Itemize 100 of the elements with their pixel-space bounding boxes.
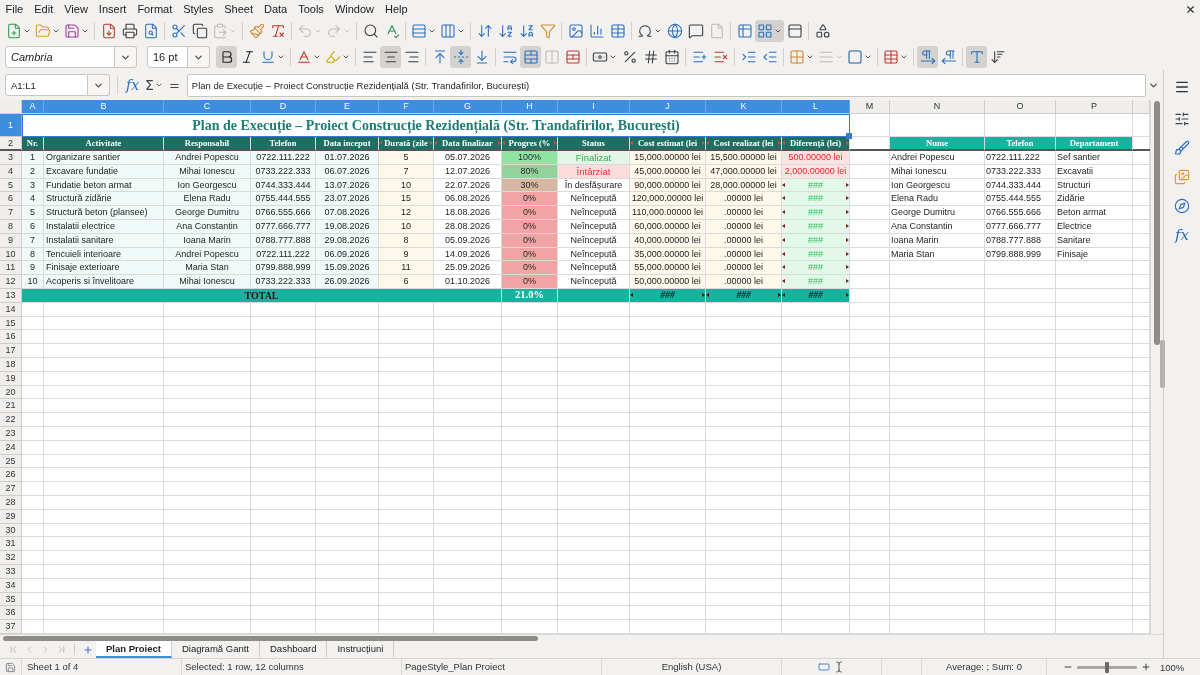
row-header[interactable]: 25: [0, 455, 22, 468]
column-header[interactable]: M: [850, 100, 890, 114]
column-header[interactable]: N: [890, 100, 985, 114]
align-left-icon: [361, 49, 378, 65]
rectangle-icon[interactable]: [818, 661, 830, 673]
row-header[interactable]: 28: [0, 496, 22, 510]
sum-button[interactable]: Σ: [143, 74, 165, 96]
menu-item[interactable]: Window: [329, 2, 380, 16]
table-cell: Status: [558, 137, 630, 151]
brush-icon: [1174, 140, 1190, 156]
row-header[interactable]: 7: [0, 206, 22, 220]
row-header[interactable]: 20: [0, 386, 22, 399]
plus-icon[interactable]: [1141, 662, 1151, 672]
column-header[interactable]: O: [985, 100, 1056, 114]
images-icon: [1174, 169, 1190, 185]
row-header[interactable]: 32: [0, 551, 22, 565]
name-box[interactable]: A1:L1: [5, 74, 88, 96]
row-header[interactable]: 31: [0, 537, 22, 551]
table-icon: [609, 23, 626, 39]
font-size-field[interactable]: 16 pt: [147, 46, 188, 68]
sheet-tab[interactable]: Plan Proiect: [96, 641, 172, 658]
row-header[interactable]: 22: [0, 413, 22, 427]
menu-item[interactable]: Help: [379, 2, 414, 16]
row-header[interactable]: 14: [0, 303, 22, 317]
menu-item[interactable]: Edit: [28, 2, 59, 16]
row-header[interactable]: 3: [0, 151, 22, 165]
menu-item[interactable]: View: [58, 2, 94, 16]
align-center-button[interactable]: [380, 46, 401, 68]
functions-tab[interactable]: fx: [1170, 224, 1194, 246]
printer-icon: [121, 23, 138, 39]
row-header[interactable]: 15: [0, 317, 22, 330]
text-cursor-icon[interactable]: [833, 661, 845, 673]
sidebar-handle[interactable]: [1160, 340, 1165, 388]
menu-item[interactable]: File: [0, 2, 29, 16]
menu-item[interactable]: Insert: [93, 2, 132, 16]
table-cell: 15,000.00000 lei: [630, 151, 706, 165]
cell-value: Data finalizar: [442, 138, 493, 148]
zoom-slider-thumb[interactable]: [1105, 661, 1109, 673]
freeze-rows-columns-button[interactable]: [755, 20, 784, 42]
table-cell: 0%: [502, 261, 558, 275]
table-cell: 0722.111.222: [251, 248, 316, 261]
menu-item[interactable]: Styles: [177, 2, 219, 16]
row-header[interactable]: 13: [0, 289, 22, 303]
menu-item[interactable]: Sheet: [218, 2, 259, 16]
formula-button[interactable]: =: [166, 74, 182, 96]
dropdown-button[interactable]: [88, 74, 110, 96]
row-header[interactable]: 37: [0, 620, 22, 634]
row-header[interactable]: 36: [0, 606, 22, 620]
caret-down-icon: [654, 27, 662, 35]
undo-icon: [297, 23, 313, 39]
table-cell: .00000 lei: [706, 261, 782, 275]
row-header[interactable]: 12: [0, 275, 22, 289]
row-header[interactable]: 21: [0, 399, 22, 413]
row-header[interactable]: 23: [0, 427, 22, 441]
left-to-right-button[interactable]: [917, 46, 938, 68]
merge-cells-icon: [522, 49, 539, 65]
column-header[interactable]: P: [1056, 100, 1133, 114]
bold-button[interactable]: [216, 46, 237, 68]
merge-and-center-button[interactable]: [520, 46, 541, 68]
row-header[interactable]: 11: [0, 261, 22, 275]
row-header[interactable]: 10: [0, 248, 22, 261]
row-header[interactable]: 6: [0, 192, 22, 206]
row-header[interactable]: 27: [0, 482, 22, 496]
row-header[interactable]: 29: [0, 510, 22, 524]
function-wizard-button[interactable]: fx: [124, 74, 142, 96]
selection-handle[interactable]: [846, 133, 852, 139]
row-header[interactable]: 8: [0, 220, 22, 234]
row-header[interactable]: 18: [0, 358, 22, 372]
menu-item[interactable]: Format: [131, 2, 178, 16]
scrollbar-thumb[interactable]: [3, 635, 538, 641]
caret-down-icon: [774, 27, 782, 35]
row-header[interactable]: 2: [0, 137, 22, 151]
triangle-left-icon: [782, 182, 785, 187]
font-name-field[interactable]: Cambria: [5, 46, 115, 68]
menu-item[interactable]: Tools: [292, 2, 330, 16]
row-header[interactable]: 24: [0, 441, 22, 455]
copy-icon: [191, 23, 208, 39]
row-header[interactable]: 30: [0, 524, 22, 537]
row-header[interactable]: 5: [0, 179, 22, 192]
scrollbar-thumb[interactable]: [1154, 101, 1160, 345]
sheet-count: Sheet 1 of 4: [27, 662, 79, 672]
dropdown-button[interactable]: [188, 46, 210, 68]
row-header[interactable]: 16: [0, 330, 22, 344]
align-middle-button[interactable]: [450, 46, 471, 68]
table-cell: .00000 lei: [706, 248, 782, 261]
menu-item[interactable]: Data: [258, 2, 293, 16]
row-header[interactable]: 35: [0, 593, 22, 606]
caret-down-icon: [229, 27, 237, 35]
row-header[interactable]: 17: [0, 344, 22, 358]
row-header[interactable]: 9: [0, 234, 22, 248]
formula-input[interactable]: Plan de Execuție – Proiect Construcție Rezidențială (Str. Trandafirilor, București): [186, 73, 1146, 97]
row-header[interactable]: 33: [0, 565, 22, 579]
row-header[interactable]: 26: [0, 468, 22, 482]
close-button[interactable]: [1184, 3, 1196, 15]
row-header[interactable]: 19: [0, 372, 22, 386]
row-header[interactable]: 4: [0, 165, 22, 179]
clipboard-icon: [212, 23, 228, 39]
row-header[interactable]: 34: [0, 579, 22, 593]
horizontal-text-button[interactable]: [966, 46, 987, 68]
dropdown-button[interactable]: [115, 46, 137, 68]
